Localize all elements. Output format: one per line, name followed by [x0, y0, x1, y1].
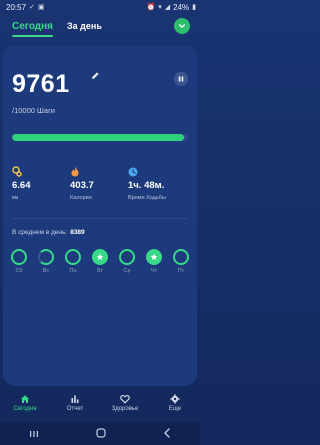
notification-icon: ✓ [29, 4, 35, 11]
week-day[interactable]: Вс [35, 249, 57, 274]
system-navigation-bar [0, 423, 200, 445]
week-day-label: Пн [69, 268, 77, 274]
star-icon [96, 253, 104, 261]
bar-chart-icon [71, 395, 79, 403]
tab-per-day[interactable]: За день [67, 21, 102, 31]
bottom-navigation: Сегодня Отчет Здоровье Еще [0, 394, 200, 422]
nav-more-label: Еще [168, 406, 182, 412]
pause-button[interactable] [174, 72, 188, 86]
chevron-down-icon [178, 24, 186, 29]
week-day-label: Вт [96, 268, 103, 274]
walking-time-value: 1ч. 48м. [128, 180, 165, 191]
steps-progress-fill [12, 134, 184, 141]
week-day-label: Сб [15, 268, 23, 274]
back-button[interactable] [163, 425, 171, 443]
day-progress-ring [173, 249, 189, 265]
steps-card: 9761 /10000 Шаги 6.64 км 403.7 Калории 1… [3, 46, 197, 386]
nav-health-label: Здоровье [111, 406, 139, 412]
star-icon [150, 253, 158, 261]
divider [12, 218, 188, 219]
alarm-icon: ⏰ [146, 4, 156, 11]
status-time: 20:57 [6, 2, 27, 12]
steps-progress-bar [12, 134, 188, 141]
distance-label: км [12, 195, 19, 201]
week-day[interactable]: Пн [62, 249, 84, 274]
week-day-label: Пт [177, 268, 185, 274]
app-notification-icon: ▣ [37, 4, 45, 11]
nav-today-label: Сегодня [13, 406, 37, 412]
day-progress-ring [11, 249, 27, 265]
day-progress-ring [38, 249, 54, 265]
status-bar: 20:57 ✓ ▣ ⏰ ▾ ◢ 24% ▮ [0, 0, 200, 14]
recent-apps-button[interactable] [29, 425, 39, 443]
day-goal-complete-indicator [92, 249, 108, 265]
tab-today[interactable]: Сегодня [12, 21, 54, 37]
week-day[interactable]: Вт [89, 249, 111, 274]
wifi-icon: ▾ [158, 4, 162, 11]
daily-average-value: 8389 [70, 229, 85, 236]
daily-average-label: В среднем в день: [12, 229, 68, 236]
battery-icon: ▮ [192, 4, 196, 11]
week-day-label: Ср [123, 268, 131, 274]
week-day[interactable]: Чт [143, 249, 165, 274]
daily-average: В среднем в день: 8389 [12, 229, 85, 236]
week-day[interactable]: Пт [170, 249, 192, 274]
edit-icon[interactable] [90, 68, 100, 86]
week-day-label: Чт [150, 268, 158, 274]
heart-icon [120, 395, 130, 404]
nav-report[interactable]: Отчет [55, 394, 95, 412]
week-day[interactable]: Сб [8, 249, 30, 274]
day-goal-complete-indicator [146, 249, 162, 265]
nav-today[interactable]: Сегодня [5, 394, 45, 412]
signal-icon: ◢ [164, 4, 171, 11]
tab-bar: Сегодня За день [0, 14, 200, 38]
calories-label: Калории [70, 195, 92, 201]
distance-value: 6.64 [12, 180, 31, 191]
day-progress-ring [119, 249, 135, 265]
nav-health[interactable]: Здоровье [105, 394, 145, 412]
gear-icon [170, 394, 180, 404]
week-day-label: Вс [42, 268, 50, 274]
recent-apps-icon [29, 431, 38, 437]
home-button[interactable] [96, 425, 106, 443]
home-circle-icon [96, 428, 106, 438]
week-day[interactable]: Ср [116, 249, 138, 274]
steps-count: 9761 [12, 70, 70, 98]
steps-goal: /10000 Шаги [12, 106, 55, 115]
battery-percent: 24% [173, 2, 190, 12]
pause-icon [178, 76, 184, 82]
dropdown-button[interactable] [174, 18, 190, 34]
home-icon [21, 395, 29, 403]
calories-value: 403.7 [70, 180, 94, 191]
week-progress: Сб Вс Пн Вт Ср Чт Пт [8, 249, 192, 274]
walking-time-label: Время Ходьбы [128, 195, 166, 201]
nav-more[interactable]: Еще [155, 394, 195, 412]
nav-report-label: Отчет [66, 406, 84, 412]
day-progress-ring [65, 249, 81, 265]
back-icon [164, 428, 170, 438]
